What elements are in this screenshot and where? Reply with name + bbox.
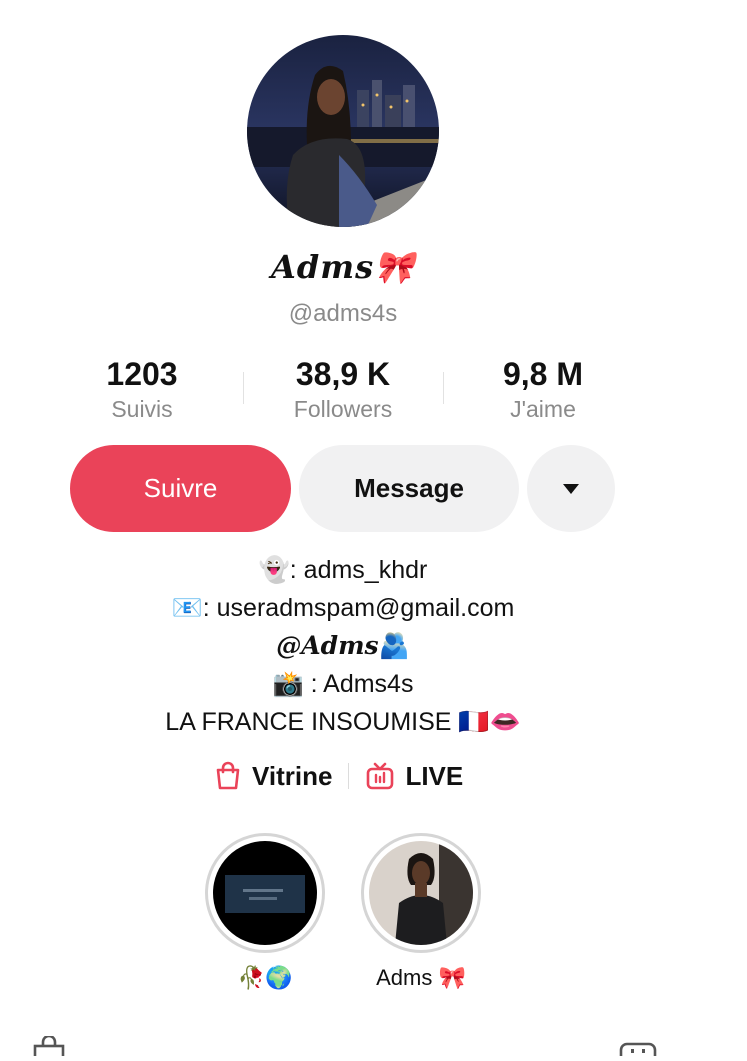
stat-followers-label: Followers xyxy=(293,396,393,422)
stat-following-value: 1203 xyxy=(106,356,178,392)
stat-likes[interactable]: 9,8 M J'aime xyxy=(443,356,643,423)
story-highlight[interactable]: 🥀🌍 xyxy=(203,833,327,991)
profile-avatar[interactable] xyxy=(247,35,439,227)
bio-instagram-text: : Adms4s xyxy=(303,670,414,698)
live-label: LIVE xyxy=(405,760,464,791)
flag-lips-emoji: 🇫🇷👄 xyxy=(458,707,521,736)
bio-line: @Adms🫂 xyxy=(0,627,686,665)
bio-snapchat-text: : adms_khdr xyxy=(289,556,428,584)
camera-emoji: 📸 xyxy=(272,669,304,698)
stat-likes-value: 9,8 M xyxy=(502,356,584,392)
follow-button[interactable]: Suivre xyxy=(70,445,291,532)
live-link[interactable]: LIVE xyxy=(365,761,463,792)
bio-line: LA FRANCE INSOUMISE 🇫🇷👄 xyxy=(0,703,686,741)
shopping-bag-icon xyxy=(216,761,240,790)
bio-line: 📧: useradmspam@gmail.com xyxy=(0,589,686,627)
bottom-tagged-icon[interactable] xyxy=(618,1036,658,1061)
stat-likes-label: J'aime xyxy=(510,396,576,422)
highlight-cover-image xyxy=(213,841,317,945)
highlight-ring xyxy=(361,833,481,953)
story-highlight[interactable]: Adms 🎀 xyxy=(359,833,483,991)
bio-mention-text[interactable]: @Adms xyxy=(276,631,378,660)
stat-following-label: Suivis xyxy=(111,396,173,422)
shopping-bag-icon xyxy=(33,1034,65,1061)
email-emoji: 📧 xyxy=(171,593,203,622)
showcase-link[interactable]: Vitrine xyxy=(214,761,332,792)
caret-down-icon xyxy=(563,483,579,494)
hug-emoji: 🫂 xyxy=(378,631,410,660)
username-handle: @adms4s xyxy=(288,300,398,327)
bio-line: 📸 : Adms4s xyxy=(0,665,686,703)
tagged-user-icon xyxy=(619,1042,657,1061)
highlight-cover-image xyxy=(369,841,473,945)
stat-followers[interactable]: 38,9 K Followers xyxy=(243,356,443,423)
showcase-label: Vitrine xyxy=(252,760,333,791)
highlight-cover xyxy=(213,841,317,945)
stat-following[interactable]: 1203 Suivis xyxy=(42,356,242,423)
highlight-label: 🥀🌍 xyxy=(237,965,293,990)
display-name: Adms🎀 xyxy=(271,248,415,286)
bio-politics-text: LA FRANCE INSOUMISE xyxy=(165,708,459,736)
profile-links: Vitrine LIVE xyxy=(214,756,463,796)
highlight-ring xyxy=(205,833,325,953)
tv-icon xyxy=(367,762,394,790)
profile-bio: 👻: adms_khdr 📧: useradmspam@gmail.com @A… xyxy=(0,551,686,741)
link-divider xyxy=(348,763,350,789)
bio-email-text: : useradmspam@gmail.com xyxy=(202,594,515,622)
message-button[interactable]: Message xyxy=(299,445,519,532)
ghost-emoji: 👻 xyxy=(258,555,290,584)
avatar-photo xyxy=(247,35,439,227)
bio-line: 👻: adms_khdr xyxy=(0,551,686,589)
highlight-cover xyxy=(369,841,473,945)
highlight-label: Adms 🎀 xyxy=(376,965,466,990)
stat-followers-value: 38,9 K xyxy=(295,356,391,392)
more-options-button[interactable] xyxy=(527,445,615,532)
bottom-shop-icon[interactable] xyxy=(32,1034,66,1061)
